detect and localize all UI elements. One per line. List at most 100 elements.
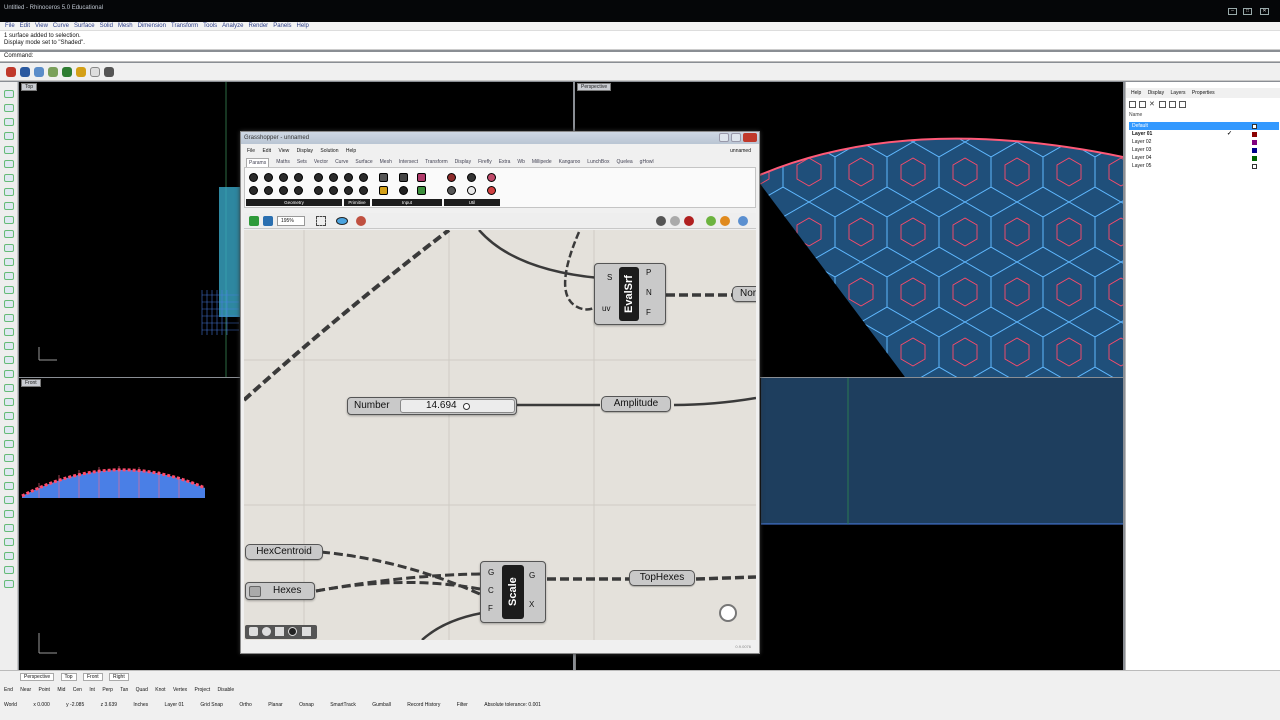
- gh-menu-view[interactable]: View: [278, 148, 289, 154]
- layer-tool-icon[interactable]: [4, 482, 14, 490]
- tab-curve[interactable]: Curve: [335, 158, 348, 167]
- mirror-tool-icon[interactable]: [4, 412, 14, 420]
- menu-panels[interactable]: Panels: [273, 22, 291, 31]
- layer-row[interactable]: Layer 01 ✓: [1129, 130, 1279, 138]
- osnap-near[interactable]: Near: [20, 687, 31, 693]
- circle-tool-icon[interactable]: [4, 146, 14, 154]
- check-icon[interactable]: [62, 67, 72, 77]
- open-file-icon[interactable]: [249, 216, 259, 226]
- layer-row[interactable]: Layer 05: [1129, 162, 1279, 170]
- tab-help[interactable]: Help: [1131, 90, 1141, 96]
- check-tool-icon[interactable]: [4, 524, 14, 532]
- osnap-end[interactable]: End: [4, 687, 13, 693]
- scale-component[interactable]: G C F Scale G X: [480, 561, 546, 623]
- dimension-tool-icon[interactable]: [4, 440, 14, 448]
- vector-param-icon[interactable]: [279, 173, 288, 182]
- split-tool-icon[interactable]: [4, 328, 14, 336]
- tophexes-param[interactable]: TopHexes: [629, 570, 695, 586]
- mesh-quality-icon[interactable]: [706, 216, 716, 226]
- menu-render[interactable]: Render: [249, 22, 269, 31]
- globe-icon[interactable]: [738, 216, 748, 226]
- osnap-vertex[interactable]: Vertex: [173, 687, 187, 693]
- gh-menu-display[interactable]: Display: [297, 148, 313, 154]
- tab-display-panel[interactable]: Display: [1148, 90, 1164, 96]
- preview-shaded-icon[interactable]: [670, 216, 680, 226]
- viewport-tab-top[interactable]: Top: [60, 673, 77, 681]
- viewport-tab-perspective[interactable]: Perspective: [20, 673, 55, 681]
- osnap-point[interactable]: Point: [39, 687, 50, 693]
- osnap-perp[interactable]: Perp: [102, 687, 113, 693]
- render-icon[interactable]: [34, 67, 44, 77]
- snap-tool-icon[interactable]: [4, 510, 14, 518]
- warning-icon[interactable]: [76, 67, 86, 77]
- layer-color-swatch[interactable]: [1252, 124, 1257, 129]
- render-tool-icon[interactable]: [4, 468, 14, 476]
- tab-wb[interactable]: Wb: [517, 158, 525, 167]
- grid-tool-icon[interactable]: [4, 496, 14, 504]
- plane-param-icon[interactable]: [279, 186, 288, 195]
- menu-transform[interactable]: Transform: [171, 22, 198, 31]
- tab-firefly[interactable]: Firefly: [478, 158, 492, 167]
- pan-tool-icon[interactable]: [4, 580, 14, 588]
- mesh-tool-icon[interactable]: [4, 272, 14, 280]
- toggle-planar[interactable]: Planar: [268, 701, 282, 709]
- grasshopper-canvas[interactable]: S uv EvalSrf P N F Nor Number 14.694 Amp…: [244, 230, 756, 640]
- maximize-button[interactable]: □: [1243, 8, 1252, 15]
- new-sublayer-icon[interactable]: [1139, 101, 1146, 108]
- toggle-grid-snap[interactable]: Grid Snap: [200, 701, 223, 709]
- trim-tool-icon[interactable]: [4, 314, 14, 322]
- polygon-tool-icon[interactable]: [4, 202, 14, 210]
- graph-icon[interactable]: [417, 186, 426, 195]
- phone-icon[interactable]: [104, 67, 114, 77]
- slider-track[interactable]: 14.694: [400, 399, 515, 413]
- cross-icon[interactable]: [275, 627, 284, 636]
- solid-tool-icon[interactable]: [4, 258, 14, 266]
- preview-selected-icon[interactable]: [684, 216, 694, 226]
- tab-millipede[interactable]: Millipede: [532, 158, 552, 167]
- normal-param[interactable]: Nor: [732, 286, 756, 302]
- gh-menu-help[interactable]: Help: [346, 148, 356, 154]
- gh-minimize-button[interactable]: [731, 133, 741, 142]
- number-param-icon[interactable]: [344, 173, 353, 182]
- sphere-icon[interactable]: [6, 67, 16, 77]
- tab-vector[interactable]: Vector: [314, 158, 328, 167]
- amplitude-param[interactable]: Amplitude: [601, 396, 671, 412]
- toggle-smarttrack[interactable]: SmartTrack: [330, 701, 356, 709]
- cluster-icon[interactable]: [447, 173, 456, 182]
- domain-param-icon[interactable]: [329, 186, 338, 195]
- menu-curve[interactable]: Curve: [53, 22, 69, 31]
- gh-maximize-button[interactable]: [719, 133, 729, 142]
- point-tool-icon[interactable]: [4, 104, 14, 112]
- settings-icon[interactable]: [262, 627, 271, 636]
- curve-param-icon[interactable]: [249, 186, 258, 195]
- tab-display[interactable]: Display: [455, 158, 471, 167]
- layer-row[interactable]: Default: [1129, 122, 1279, 130]
- galapagos-icon[interactable]: [447, 186, 456, 195]
- text-tool-icon[interactable]: [4, 216, 14, 224]
- toggle-record-history[interactable]: Record History: [407, 701, 440, 709]
- delete-layer-icon[interactable]: ✕: [1149, 101, 1156, 108]
- slider-grip[interactable]: [463, 403, 470, 410]
- text-param-icon[interactable]: [359, 173, 368, 182]
- preview-eye-icon[interactable]: [336, 217, 348, 225]
- redo-tool-icon[interactable]: [4, 552, 14, 560]
- menu-file[interactable]: File: [5, 22, 15, 31]
- path-param-icon[interactable]: [344, 186, 353, 195]
- grasshopper-window[interactable]: Grasshopper - unnamed File Edit View Dis…: [240, 131, 760, 654]
- osnap-cen[interactable]: Cen: [73, 687, 82, 693]
- preview-wire-icon[interactable]: [656, 216, 666, 226]
- minimize-button[interactable]: –: [1228, 8, 1237, 15]
- sketch-icon[interactable]: [356, 216, 366, 226]
- boolean-param-icon[interactable]: [314, 173, 323, 182]
- layer-row[interactable]: Layer 02: [1129, 138, 1279, 146]
- category-util[interactable]: Util: [444, 199, 500, 206]
- arc-tool-icon[interactable]: [4, 160, 14, 168]
- command-line[interactable]: Command:: [0, 52, 1280, 62]
- fruit-icon[interactable]: [487, 173, 496, 182]
- tab-kangaroo[interactable]: Kangaroo: [559, 158, 581, 167]
- menu-edit[interactable]: Edit: [20, 22, 30, 31]
- osnap-mid[interactable]: Mid: [57, 687, 65, 693]
- hexcentroid-param[interactable]: HexCentroid: [245, 544, 323, 560]
- tab-quelea[interactable]: Quelea: [617, 158, 633, 167]
- matrix-param-icon[interactable]: [359, 186, 368, 195]
